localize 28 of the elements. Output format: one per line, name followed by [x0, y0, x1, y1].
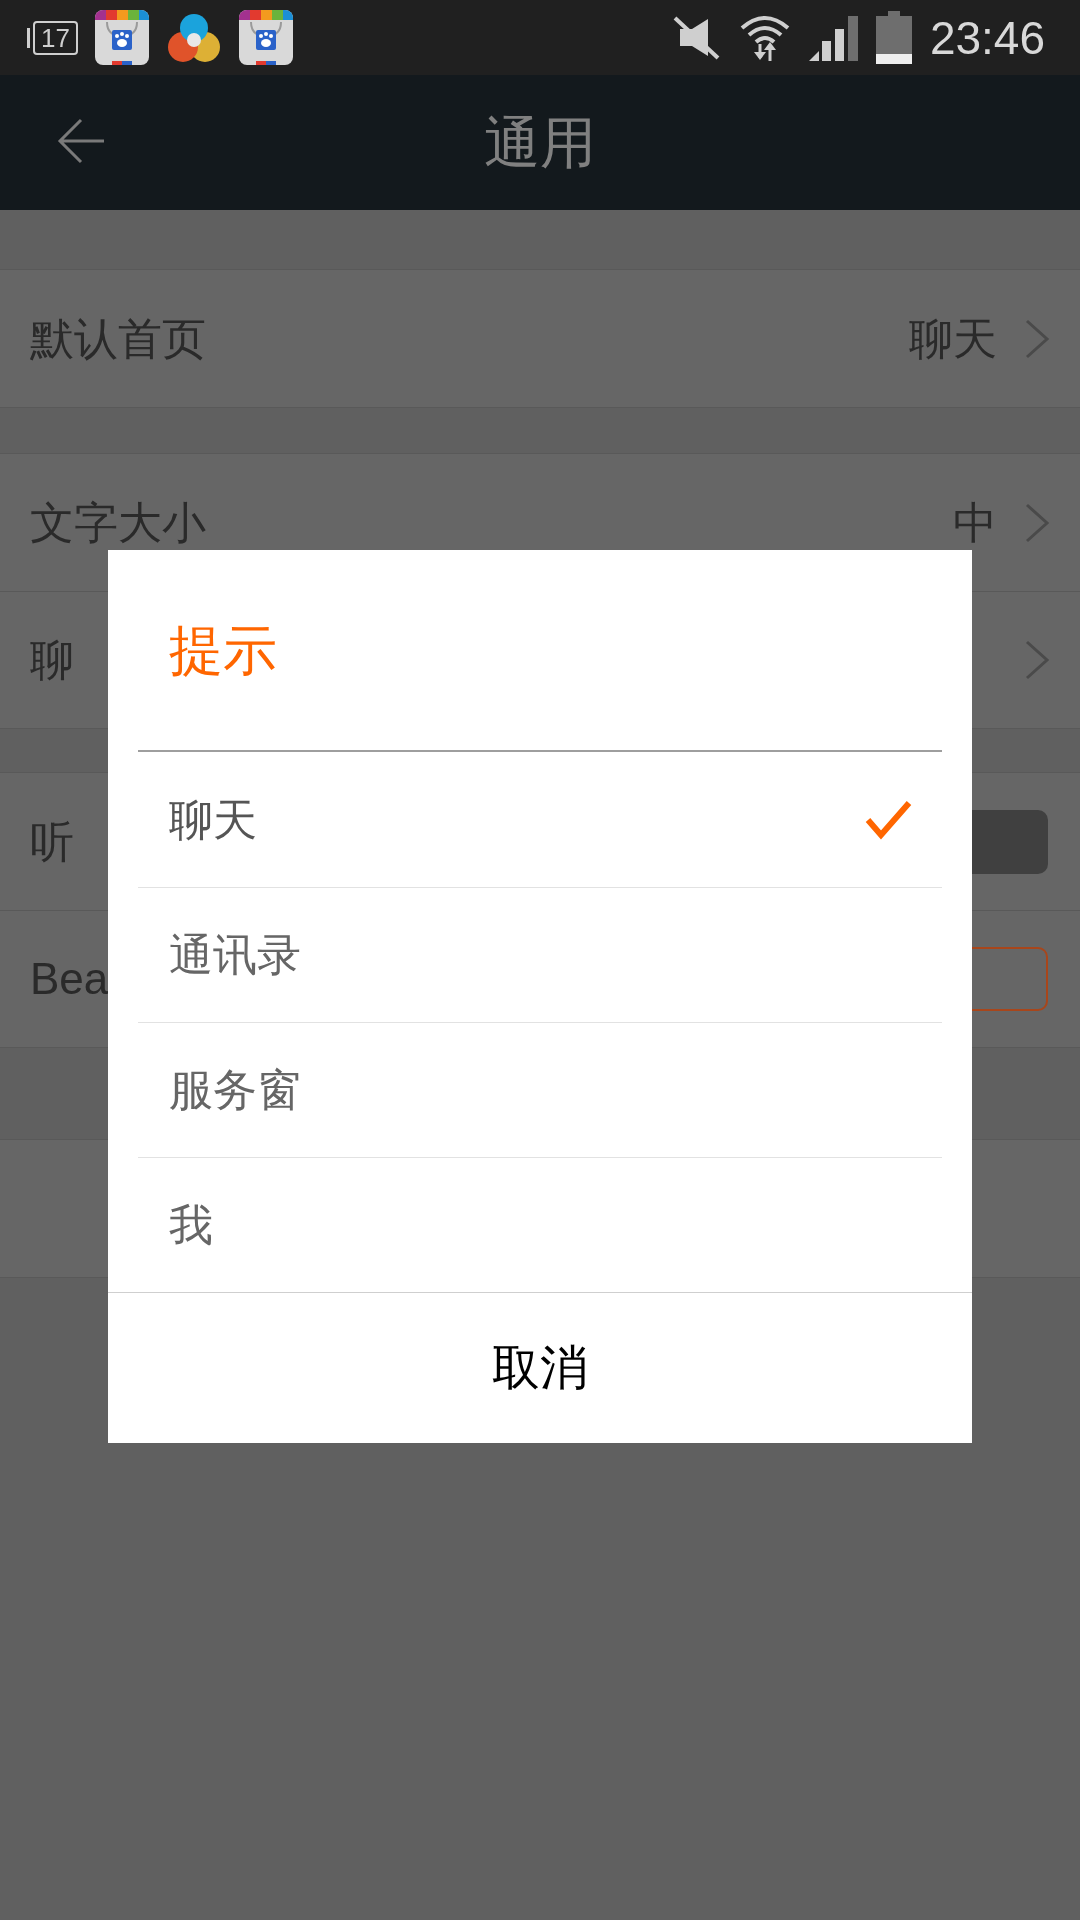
status-time: 23:46	[929, 14, 1045, 61]
chevron-right-icon	[1025, 640, 1050, 680]
shopping-bag-icon	[238, 10, 293, 65]
cancel-button[interactable]: 取消	[108, 1293, 972, 1443]
chevron-right-icon	[1025, 502, 1050, 543]
toggle-switch[interactable]	[972, 809, 1048, 874]
option-item[interactable]: 聊天	[138, 752, 942, 887]
dialog-title: 提示	[169, 623, 277, 677]
header-title: 通用	[484, 114, 596, 171]
chevron-right-icon	[1025, 318, 1050, 359]
signal-icon	[808, 14, 858, 61]
option-item[interactable]: 服务窗	[138, 1022, 942, 1157]
mute-icon	[671, 14, 721, 61]
row-label: 听	[30, 819, 74, 864]
circles-icon	[166, 12, 221, 63]
option-item[interactable]: 通讯录	[138, 887, 942, 1022]
wifi-icon	[738, 14, 791, 61]
back-arrow-icon[interactable]	[56, 116, 106, 166]
check-icon	[865, 799, 912, 840]
row-label: 聊	[30, 638, 74, 682]
row-label: 文字大小	[30, 500, 206, 545]
shopping-bag-icon	[94, 10, 149, 65]
battery-icon	[875, 11, 912, 64]
row-label: 默认首页	[30, 316, 206, 361]
row-label: Bea	[30, 957, 109, 1001]
toggle-switch[interactable]	[972, 947, 1048, 1011]
row-value: 聊天	[909, 316, 997, 361]
row-value: 中	[953, 500, 997, 545]
